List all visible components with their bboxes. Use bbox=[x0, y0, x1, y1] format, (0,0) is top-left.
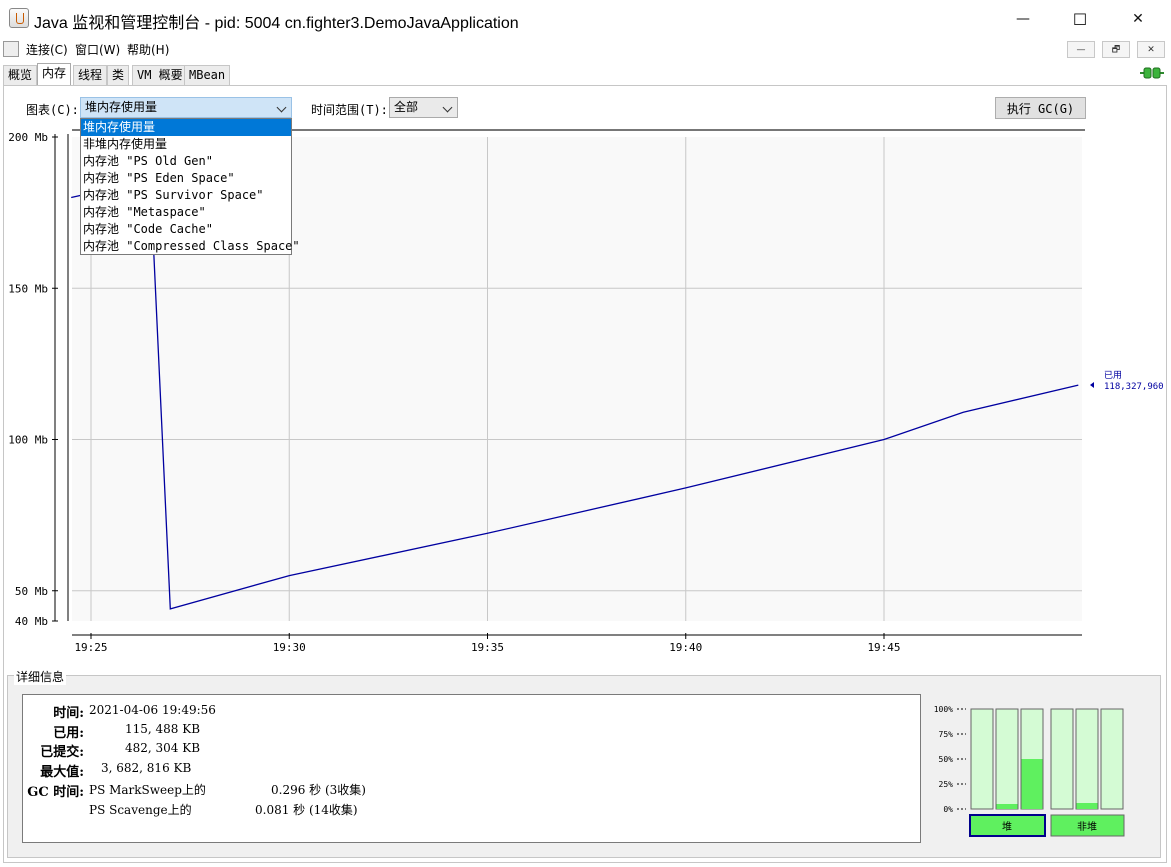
window-title: Java 监视和管理控制台 - pid: 5004 cn.fighter3.De… bbox=[34, 15, 519, 32]
tab-threads[interactable]: 线程 bbox=[73, 65, 108, 85]
detail-key-time: 时间: bbox=[53, 706, 84, 721]
pool-bar-bg bbox=[970, 708, 994, 810]
chart-option[interactable]: 内存池 "Metaspace" bbox=[81, 204, 291, 221]
details-legend: 详细信息 bbox=[14, 668, 67, 685]
bar-y-tick-label: 50% bbox=[939, 755, 954, 764]
mdi-minimize-button[interactable]: — bbox=[1067, 41, 1095, 58]
tab-mbean[interactable]: MBean bbox=[184, 65, 231, 85]
chart-option[interactable]: 内存池 "Compressed Class Space" bbox=[81, 238, 300, 255]
chevron-down-icon bbox=[442, 102, 453, 113]
minimize-button[interactable]: — bbox=[1000, 0, 1046, 38]
pool-bar-bg bbox=[1050, 708, 1074, 810]
chart-option[interactable]: 内存池 "PS Survivor Space" bbox=[81, 187, 291, 204]
detail-key-committed: 已提交: bbox=[40, 745, 84, 760]
series-current-value: 118,327,960 bbox=[1104, 382, 1164, 392]
x-tick-label: 19:30 bbox=[273, 641, 306, 654]
pool-bar-bg bbox=[1100, 708, 1124, 810]
pool-bar-bg bbox=[995, 708, 1019, 810]
y-tick-label: 50 Mb bbox=[15, 585, 48, 598]
chart-label: 图表(C): bbox=[26, 103, 79, 117]
chart-option[interactable]: 内存池 "PS Old Gen" bbox=[81, 153, 291, 170]
tab-vm-summary[interactable]: VM 概要 bbox=[132, 65, 188, 85]
x-tick-label: 19:45 bbox=[867, 641, 900, 654]
detail-key-gc-time: GC 时间: bbox=[27, 785, 84, 800]
pool-bar-fill bbox=[1021, 759, 1043, 809]
bar-y-tick-label: 100% bbox=[934, 705, 953, 714]
menu-window[interactable]: 窗口(W) bbox=[75, 41, 120, 58]
y-tick-label: 200 Mb bbox=[8, 131, 48, 144]
detail-value-gc-marksweep: PS MarkSweep上的 bbox=[89, 783, 206, 797]
maximize-button[interactable]: ☐ bbox=[1057, 0, 1103, 38]
pool-bar-fill bbox=[1076, 803, 1098, 809]
x-tick-label: 19:40 bbox=[669, 641, 702, 654]
chart-dropdown-list: 堆内存使用量 非堆内存使用量 内存池 "PS Old Gen" 内存池 "PS Ede… bbox=[80, 118, 300, 255]
x-tick-label: 19:25 bbox=[74, 641, 107, 654]
mdi-restore-button[interactable]: 🗗 bbox=[1102, 41, 1130, 58]
tab-classes[interactable]: 类 bbox=[107, 65, 130, 85]
chart-select[interactable]: 堆内存使用量 bbox=[80, 97, 292, 118]
y-tick-label: 100 Mb bbox=[8, 434, 48, 447]
detail-key-max: 最大值: bbox=[40, 765, 84, 780]
chart-option[interactable]: 内存池 "Code Cache" bbox=[81, 221, 291, 238]
detail-value-used: 115, 488 KB bbox=[125, 722, 201, 736]
chart-option[interactable]: 堆内存使用量 bbox=[81, 119, 291, 136]
java-app-icon bbox=[9, 8, 29, 28]
menu-help[interactable]: 帮助(H) bbox=[127, 41, 169, 58]
memory-pool-bars: 100% 75% 50% 25% 0% 堆 非堆 bbox=[934, 705, 1125, 837]
perform-gc-button[interactable]: 执行 GC(G) bbox=[995, 97, 1086, 119]
detail-value-committed: 482, 304 KB bbox=[125, 741, 201, 755]
java-menu-icon[interactable] bbox=[3, 41, 19, 57]
bar-y-tick-label: 0% bbox=[943, 805, 953, 814]
tab-memory[interactable]: 内存 bbox=[37, 63, 72, 86]
detail-key-used: 已用: bbox=[53, 726, 84, 741]
close-button[interactable]: ✕ bbox=[1115, 0, 1161, 38]
nonheap-bar-label: 非堆 bbox=[1077, 821, 1097, 833]
menu-bar: 连接(C) 窗口(W) 帮助(H) bbox=[0, 38, 1171, 60]
detail-value-time: 2021-04-06 19:49:56 bbox=[89, 703, 216, 717]
range-select[interactable]: 全部 bbox=[389, 97, 458, 118]
bar-y-tick-label: 25% bbox=[939, 780, 954, 789]
menu-connection[interactable]: 连接(C) bbox=[26, 41, 68, 58]
y-tick-label: 150 Mb bbox=[8, 282, 48, 295]
range-label: 时间范围(T): bbox=[311, 103, 388, 117]
title-bar: Java 监视和管理控制台 - pid: 5004 cn.fighter3.De… bbox=[0, 0, 1171, 38]
chart-option[interactable]: 非堆内存使用量 bbox=[81, 136, 291, 153]
detail-value-gc-scavenge: PS Scavenge上的 bbox=[89, 803, 192, 817]
detail-value-max: 3, 682, 816 KB bbox=[101, 761, 192, 775]
pool-bar-fill bbox=[996, 804, 1018, 809]
range-select-value: 全部 bbox=[394, 100, 419, 114]
chart-select-value: 堆内存使用量 bbox=[85, 100, 158, 114]
heap-bar-label: 堆 bbox=[1002, 821, 1012, 833]
x-tick-label: 19:35 bbox=[471, 641, 504, 654]
chevron-down-icon bbox=[276, 102, 287, 113]
pool-bar-bg bbox=[1075, 708, 1099, 810]
series-legend-name: 已用 bbox=[1104, 370, 1122, 381]
detail-value-gc-marksweep-time: 0.296 秒 (3收集) bbox=[271, 783, 366, 797]
series-end-marker bbox=[1090, 382, 1094, 389]
chart-option[interactable]: 内存池 "PS Eden Space" bbox=[81, 170, 291, 187]
y-tick-label: 40 Mb bbox=[15, 615, 48, 628]
tab-overview[interactable]: 概览 bbox=[3, 65, 38, 85]
connection-plug-icon bbox=[1140, 67, 1164, 79]
mdi-close-button[interactable]: ✕ bbox=[1137, 41, 1165, 58]
detail-value-gc-scavenge-time: 0.081 秒 (14收集) bbox=[255, 803, 358, 817]
bar-y-tick-label: 75% bbox=[939, 730, 954, 739]
